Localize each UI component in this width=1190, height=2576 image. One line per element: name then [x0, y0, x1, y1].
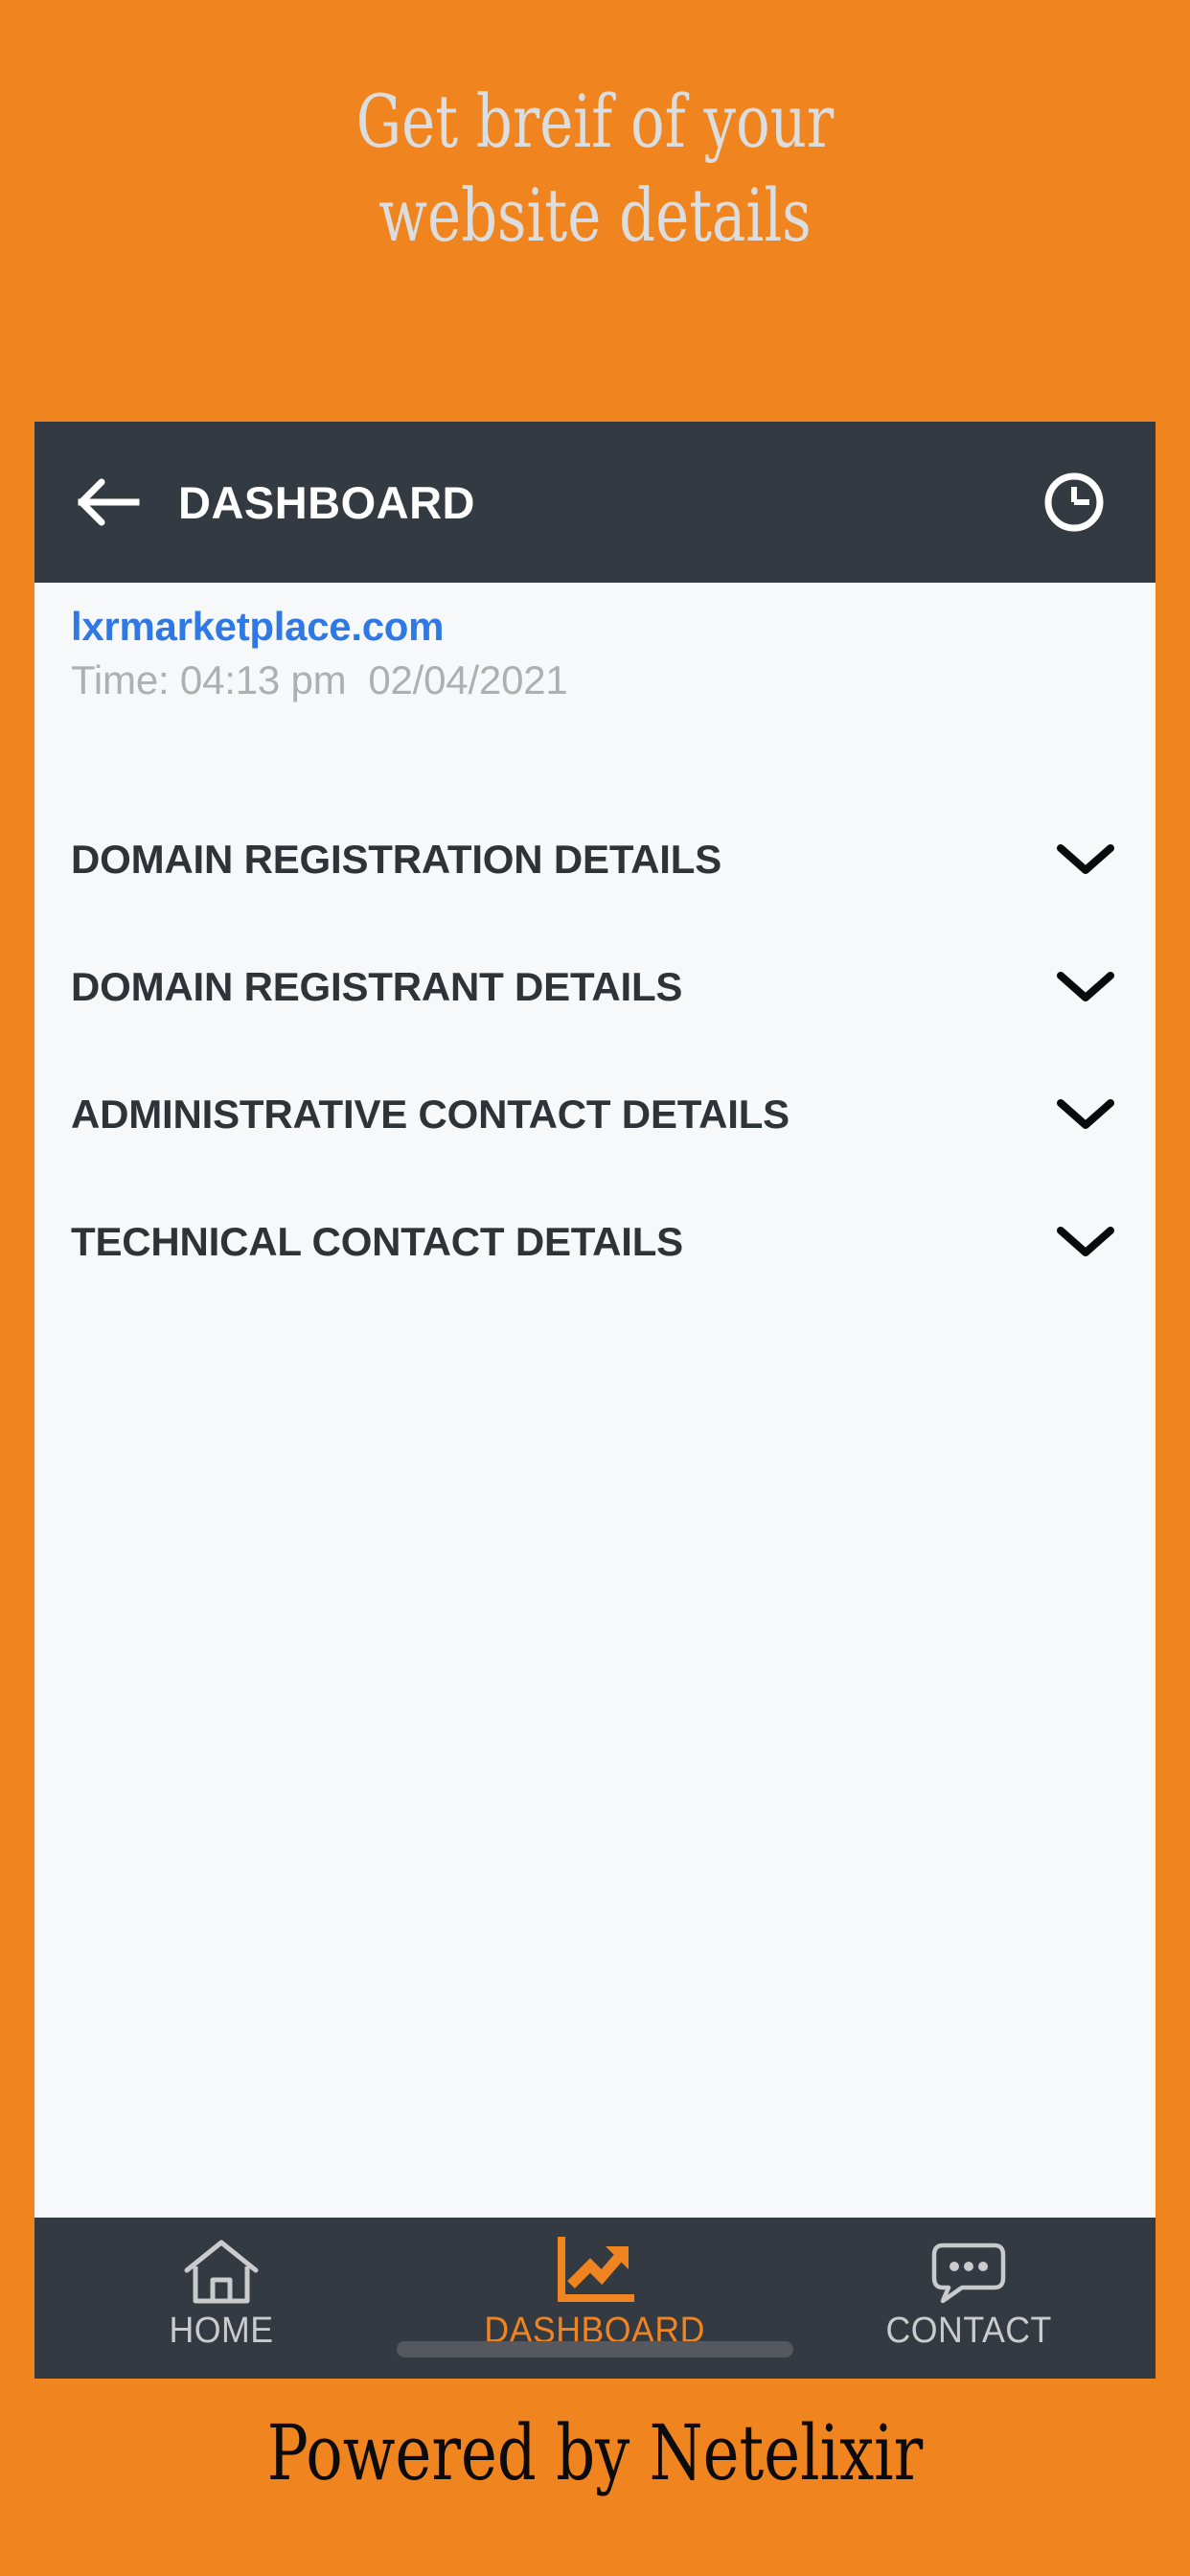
- chevron-down-icon[interactable]: [1052, 1081, 1119, 1148]
- page-title: DASHBOARD: [178, 476, 475, 528]
- accordion-item-domain-registrant[interactable]: DOMAIN REGISTRANT DETAILS: [34, 950, 1156, 1024]
- nav-label-contact: CONTACT: [885, 2311, 1052, 2351]
- back-button[interactable]: [34, 422, 178, 583]
- powered-by-text: Powered by Netelixir: [266, 2408, 924, 2497]
- site-timestamp: Time: 04:13 pm 02/04/2021: [71, 657, 568, 702]
- chevron-down-icon[interactable]: [1052, 1208, 1119, 1276]
- clock-icon: [1041, 470, 1107, 535]
- chat-bubble-icon: [927, 2237, 1010, 2308]
- arrow-left-icon: [73, 473, 140, 531]
- home-icon: [181, 2237, 262, 2308]
- history-button[interactable]: [993, 422, 1156, 583]
- accordion-item-domain-registration[interactable]: DOMAIN REGISTRATION DETAILS: [34, 822, 1156, 897]
- chevron-down-icon[interactable]: [1052, 954, 1119, 1021]
- accordion-label: TECHNICAL CONTACT DETAILS: [71, 1219, 683, 1264]
- details-accordion: DOMAIN REGISTRATION DETAILS DOMAIN REGIS…: [34, 822, 1156, 1332]
- promo-headline: Get breif of your website details: [355, 79, 835, 258]
- nav-item-contact[interactable]: CONTACT: [782, 2218, 1156, 2379]
- accordion-item-administrative-contact[interactable]: ADMINISTRATIVE CONTACT DETAILS: [34, 1077, 1156, 1152]
- nav-label-home: HOME: [169, 2311, 274, 2351]
- app-bar: DASHBOARD: [34, 422, 1156, 583]
- nav-item-home[interactable]: HOME: [34, 2218, 408, 2379]
- accordion-label: DOMAIN REGISTRANT DETAILS: [71, 964, 683, 1009]
- chart-arrow-up-icon: [554, 2237, 636, 2308]
- site-info-block: lxrmarketplace.com Time: 04:13 pm 02/04/…: [34, 583, 1156, 705]
- home-indicator[interactable]: [397, 2341, 793, 2358]
- accordion-label: DOMAIN REGISTRATION DETAILS: [71, 837, 722, 882]
- bottom-navigation-bar: HOME DASHBOARD CONTACT: [34, 2218, 1156, 2379]
- app-screenshot-panel: DASHBOARD lxrmarketplace.com Time: 04:13…: [34, 422, 1156, 2379]
- accordion-item-technical-contact[interactable]: TECHNICAL CONTACT DETAILS: [34, 1205, 1156, 1279]
- chevron-down-icon[interactable]: [1052, 826, 1119, 893]
- accordion-label: ADMINISTRATIVE CONTACT DETAILS: [71, 1092, 790, 1137]
- site-domain-link[interactable]: lxrmarketplace.com: [71, 602, 1156, 652]
